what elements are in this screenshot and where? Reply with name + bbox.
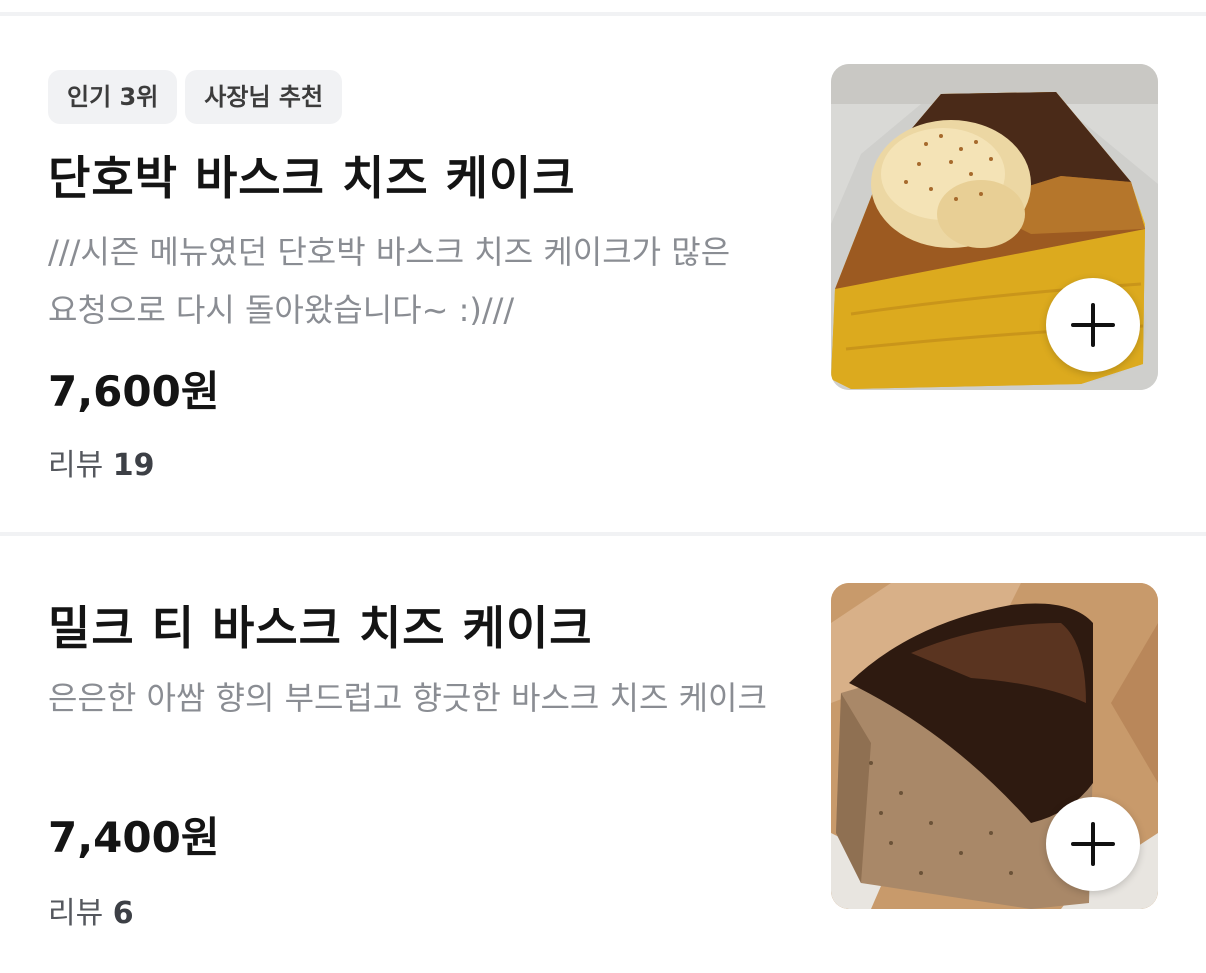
review-count: 6 bbox=[112, 896, 134, 931]
plus-icon bbox=[1071, 822, 1115, 866]
menu-item-photo[interactable] bbox=[831, 583, 1158, 909]
menu-item[interactable]: 인기 3위 사장님 추천 단호박 바스크 치즈 케이크 ///시즌 메뉴였던 단… bbox=[0, 16, 1206, 532]
menu-item-price: 7,400원 bbox=[48, 813, 220, 862]
add-to-cart-button[interactable] bbox=[1046, 278, 1140, 372]
menu-item-photo[interactable] bbox=[831, 64, 1158, 390]
review-summary: 리뷰 19 bbox=[48, 440, 155, 484]
badge-group: 인기 3위 사장님 추천 bbox=[48, 70, 343, 124]
menu-item-title[interactable]: 단호박 바스크 치즈 케이크 bbox=[48, 142, 576, 208]
review-summary: 리뷰 6 bbox=[48, 888, 134, 932]
add-to-cart-button[interactable] bbox=[1046, 797, 1140, 891]
popularity-badge: 인기 3위 bbox=[48, 70, 178, 124]
review-label: 리뷰 bbox=[48, 896, 104, 931]
review-label: 리뷰 bbox=[48, 448, 104, 483]
menu-item-description: ///시즌 메뉴였던 단호박 바스크 치즈 케이크가 많은 요청으로 다시 돌아… bbox=[48, 233, 731, 329]
menu-item-price: 7,600원 bbox=[48, 367, 220, 416]
menu-item[interactable]: 밀크 티 바스크 치즈 케이크 은은한 아쌈 향의 부드럽고 향긋한 바스크 치… bbox=[0, 536, 1206, 973]
owner-recommend-badge: 사장님 추천 bbox=[185, 70, 343, 124]
menu-item-description: 은은한 아쌈 향의 부드럽고 향긋한 바스크 치즈 케이크 bbox=[48, 679, 767, 717]
plus-icon bbox=[1071, 303, 1115, 347]
menu-item-title[interactable]: 밀크 티 바스크 치즈 케이크 bbox=[48, 592, 593, 658]
review-count: 19 bbox=[112, 448, 155, 483]
